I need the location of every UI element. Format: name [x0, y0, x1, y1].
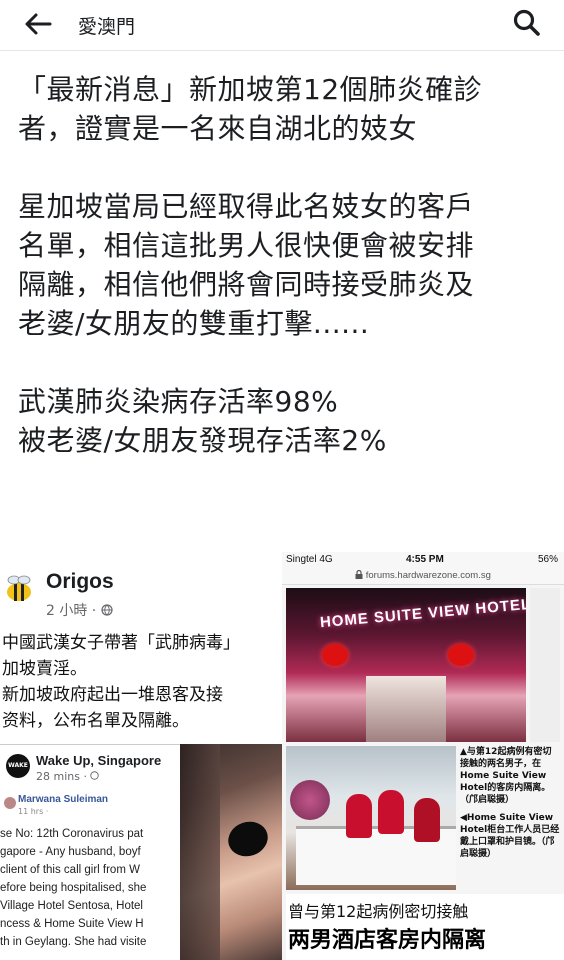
screenshot-wakeup-post: WAKE UP Wake Up, Singapore 28 mins · Mar…: [0, 744, 180, 960]
headline-small: 曾与第12起病例密切接触: [288, 902, 469, 921]
post-paragraph: 星加坡當局已經取得此名妓女的客戶 名單，相信這批男人很快便會被安排 隔離，相信他…: [18, 187, 548, 343]
commenter-name: Marwana Suleiman: [18, 794, 109, 805]
post-line: 隔離，相信他們將會同時接受肺炎及: [18, 268, 475, 301]
wakeup-body-line: th in Geylang. She had visite: [0, 936, 147, 948]
wakeup-logo: WAKE UP: [6, 754, 30, 793]
top-bar: 愛澳門: [0, 0, 564, 51]
fb-body-line: 资料，公布名單及隔離。: [2, 711, 189, 731]
globe-icon: [101, 604, 113, 616]
woman-photo: [180, 744, 282, 960]
hotel-sign: HOME SUITE VIEW HOTEL: [319, 595, 526, 632]
image-collage[interactable]: Origos 2 小時 · 中國武漢女子帶著「武肺病毒」 加坡賣淫。 新加坡政府…: [0, 552, 564, 960]
lock-icon: [355, 569, 363, 579]
post-paragraph: 「最新消息」新加坡第12個肺炎確診 者，證實是一名來自湖北的妓女: [18, 70, 548, 148]
url-text: forums.hardwarezone.com.sg: [365, 570, 491, 581]
wakeup-time-text: 28 mins ·: [36, 770, 91, 783]
headline-big: 两男酒店客房内隔离: [288, 928, 487, 953]
post-paragraph: 武漢肺炎染病存活率98% 被老婆/女朋友發現存活率2%: [18, 382, 548, 460]
censor-scribble: [223, 816, 273, 862]
wakeup-body-line: se No: 12th Coronavirus pat: [0, 828, 144, 840]
clock: 4:55 PM: [406, 554, 444, 565]
orchid-flowers: [290, 780, 330, 820]
status-bar: Singtel 4G 4:55 PM 56%: [282, 552, 564, 568]
search-button[interactable]: [512, 8, 542, 38]
article-headline: 曾与第12起病例密切接触 两男酒店客房内隔离: [286, 894, 564, 960]
fb-body-line: 中國武漢女子帶著「武肺病毒」: [2, 633, 240, 653]
fb-body-line: 新加坡政府起出一堆恩客及接: [2, 685, 223, 705]
hotel-entrance-photo: HOME SUITE VIEW HOTEL: [286, 588, 526, 742]
post-line: 星加坡當局已經取得此名妓女的客戶: [18, 190, 475, 223]
post-line: 老婆/女朋友的雙重打擊......: [18, 307, 370, 340]
article-column: [530, 588, 560, 742]
wakeup-page-name: Wake Up, Singapore: [36, 753, 162, 768]
fb-post-body: 中國武漢女子帶著「武肺病毒」 加坡賣淫。 新加坡政府起出一堆恩客及接 资料，公布…: [2, 630, 282, 734]
caption-text: ▲与第12起病例有密切接触的两名男子，在Home Suite View Hote…: [460, 747, 552, 805]
hotel-lobby-photo: [286, 746, 456, 890]
post-line: 武漢肺炎染病存活率98%: [18, 385, 339, 418]
page-title: 愛澳門: [78, 16, 136, 38]
screenshot-news-article: Singtel 4G 4:55 PM 56% forums.hardwarezo…: [282, 552, 564, 960]
staff-person: [378, 790, 404, 834]
lantern: [322, 644, 348, 666]
wakeup-body-line: ncess & Home Suite View H: [0, 918, 144, 930]
post-text: 「最新消息」新加坡第12個肺炎確診 者，證實是一名來自湖北的妓女 星加坡當局已經…: [18, 70, 548, 499]
post-line: 被老婆/女朋友發現存活率2%: [18, 424, 387, 457]
photo-hair: [180, 744, 220, 960]
fb-body-line: 加坡賣淫。: [2, 659, 87, 679]
fb-time-text: 2 小時 ·: [46, 603, 101, 619]
fb-post-time: 2 小時 ·: [46, 600, 113, 620]
comment-time: 11 hrs ·: [18, 807, 49, 816]
wakeup-body-line: client of this call girl from W: [0, 864, 140, 876]
battery-level: 56%: [537, 554, 558, 565]
post-line: 「最新消息」新加坡第12個肺炎確診: [18, 73, 483, 106]
post-line: 名單，相信這批男人很快便會被安排: [18, 229, 475, 262]
screenshot-facebook-post: Origos 2 小時 · 中國武漢女子帶著「武肺病毒」 加坡賣淫。 新加坡政府…: [0, 552, 282, 960]
caption-text: ◀Home Suite View Hotel柜台工作人员已经戴上口罩和护目镜。（…: [460, 813, 560, 859]
lantern: [448, 644, 474, 666]
wakeup-body-line: efore being hospitalised, she: [0, 882, 147, 894]
staff-person: [346, 794, 372, 838]
bee-icon: [7, 575, 31, 601]
photo-captions: ▲与第12起病例有密切接触的两名男子，在Home Suite View Hote…: [460, 746, 560, 866]
arrow-left-icon: [25, 13, 52, 35]
url-bar: forums.hardwarezone.com.sg: [282, 568, 564, 585]
avatar: [4, 797, 16, 809]
wakeup-post-time: 28 mins ·: [36, 770, 100, 783]
globe-icon: [90, 771, 100, 780]
carrier: Singtel 4G: [286, 554, 333, 565]
fb-author-name: Origos: [46, 570, 114, 593]
staff-person: [414, 798, 440, 842]
post-line: 者，證實是一名來自湖北的妓女: [18, 112, 418, 145]
hotel-door: [366, 676, 446, 742]
search-icon: [513, 9, 540, 36]
wakeup-body-line: gapore - Any husband, boyf: [0, 846, 141, 858]
back-button[interactable]: [22, 10, 54, 38]
wakeup-body-line: Village Hotel Sentosa, Hotel: [0, 900, 143, 912]
wakeup-post-body: se No: 12th Coronavirus pat gapore - Any…: [0, 825, 180, 951]
